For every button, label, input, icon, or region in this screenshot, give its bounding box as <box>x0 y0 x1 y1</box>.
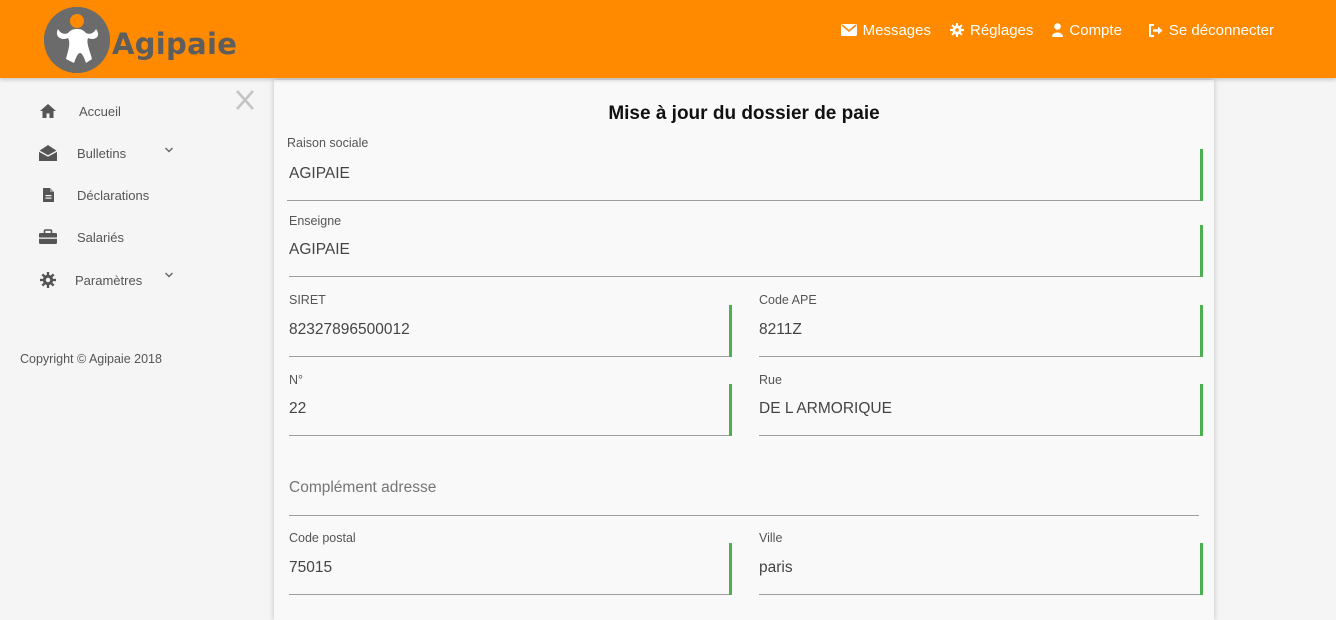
city-field[interactable]: Ville paris <box>759 531 1203 595</box>
sidebar-item-parametres[interactable]: Paramètres <box>38 269 173 291</box>
valid-indicator <box>1200 543 1203 595</box>
valid-indicator <box>1200 149 1203 201</box>
valid-indicator <box>1200 305 1203 357</box>
raison-sociale-field[interactable]: Raison sociale AGIPAIE <box>287 136 1203 201</box>
briefcase-icon <box>38 227 58 247</box>
field-label: N° <box>289 373 304 387</box>
address-complement-placeholder: Complément adresse <box>289 479 437 496</box>
sign-out-icon <box>1148 23 1163 37</box>
logout-label: Se déconnecter <box>1168 21 1274 39</box>
sidebar-item-label: Bulletins <box>77 145 127 161</box>
field-underline <box>289 276 1203 277</box>
raison-sociale-value[interactable]: AGIPAIE <box>289 165 350 183</box>
gear-icon <box>38 270 58 290</box>
sidebar: Accueil Bulletins Déclarations Salariés … <box>0 78 270 612</box>
field-label: SIRET <box>289 293 326 307</box>
valid-indicator <box>729 384 732 436</box>
sidebar-item-bulletins[interactable]: Bulletins <box>38 142 173 164</box>
sidebar-item-label: Salariés <box>77 229 124 245</box>
page-title: Mise à jour du dossier de paie <box>608 103 880 124</box>
street-field[interactable]: Rue DE L ARMORIQUE <box>759 373 1203 436</box>
field-label: Enseigne <box>289 214 342 228</box>
field-label: Raison sociale <box>287 136 369 150</box>
street-value[interactable]: DE L ARMORIQUE <box>759 400 892 418</box>
valid-indicator <box>1200 384 1203 436</box>
street-number-field[interactable]: N° 22 <box>289 373 732 436</box>
field-underline <box>289 435 732 436</box>
city-value[interactable]: paris <box>759 559 793 577</box>
gear-icon <box>950 23 964 37</box>
sidebar-item-label: Paramètres <box>75 272 143 288</box>
sidebar-item-accueil[interactable]: Accueil <box>38 100 121 122</box>
siret-value[interactable]: 82327896500012 <box>289 321 410 339</box>
field-underline <box>289 356 732 357</box>
envelope-open-icon <box>38 143 58 163</box>
settings-link[interactable]: Réglages <box>950 22 1033 39</box>
valid-indicator <box>729 305 732 357</box>
close-sidebar-button[interactable] <box>232 87 258 113</box>
field-underline <box>759 594 1203 595</box>
field-label: Ville <box>759 531 783 545</box>
postal-code-value[interactable]: 75015 <box>289 559 332 577</box>
chevron-down-icon <box>165 147 173 153</box>
siret-field[interactable]: SIRET 82327896500012 <box>289 293 732 357</box>
code-ape-field[interactable]: Code APE 8211Z <box>759 293 1203 357</box>
copyright-text: Copyright © Agipaie 2018 <box>20 352 162 366</box>
address-complement-field[interactable]: Complément adresse <box>289 470 1199 516</box>
top-nav: Messages Réglages Compte Se déconnecter <box>822 19 1274 41</box>
chevron-down-icon <box>165 272 173 278</box>
messages-link[interactable]: Messages <box>840 21 931 39</box>
messages-label: Messages <box>862 21 931 39</box>
field-label: Rue <box>759 373 782 387</box>
postal-code-field[interactable]: Code postal 75015 <box>289 531 732 595</box>
home-icon <box>38 101 58 121</box>
field-underline <box>287 200 1203 201</box>
logout-link[interactable]: Se déconnecter <box>1148 22 1274 39</box>
settings-label: Réglages <box>970 21 1034 39</box>
enseigne-field[interactable]: Enseigne AGIPAIE <box>289 214 1203 277</box>
field-underline <box>289 515 1199 516</box>
street-number-value[interactable]: 22 <box>289 400 306 418</box>
logo-mark-icon <box>44 7 110 73</box>
field-underline <box>289 594 732 595</box>
valid-indicator <box>729 543 732 595</box>
user-icon <box>1052 23 1064 37</box>
payroll-form-card: Mise à jour du dossier de paie Raison so… <box>274 80 1214 620</box>
brand-name: Agipaie <box>112 27 238 61</box>
sidebar-item-label: Accueil <box>79 103 121 119</box>
file-icon <box>38 185 58 205</box>
envelope-icon <box>840 24 857 36</box>
brand-logo[interactable]: Agipaie <box>44 6 244 74</box>
enseigne-value[interactable]: AGIPAIE <box>289 241 350 259</box>
account-link[interactable]: Compte <box>1052 22 1122 39</box>
code-ape-value[interactable]: 8211Z <box>759 321 802 339</box>
sidebar-item-declarations[interactable]: Déclarations <box>38 184 149 206</box>
top-bar: Agipaie Messages Réglages Compte Se déco… <box>0 0 1336 78</box>
account-label: Compte <box>1069 21 1122 39</box>
valid-indicator <box>1200 225 1203 277</box>
field-underline <box>759 435 1203 436</box>
field-label: Code postal <box>289 531 356 545</box>
close-icon <box>236 90 254 110</box>
field-label: Code APE <box>759 293 817 307</box>
sidebar-item-label: Déclarations <box>77 187 150 203</box>
sidebar-item-salaries[interactable]: Salariés <box>38 226 124 248</box>
field-underline <box>759 356 1203 357</box>
